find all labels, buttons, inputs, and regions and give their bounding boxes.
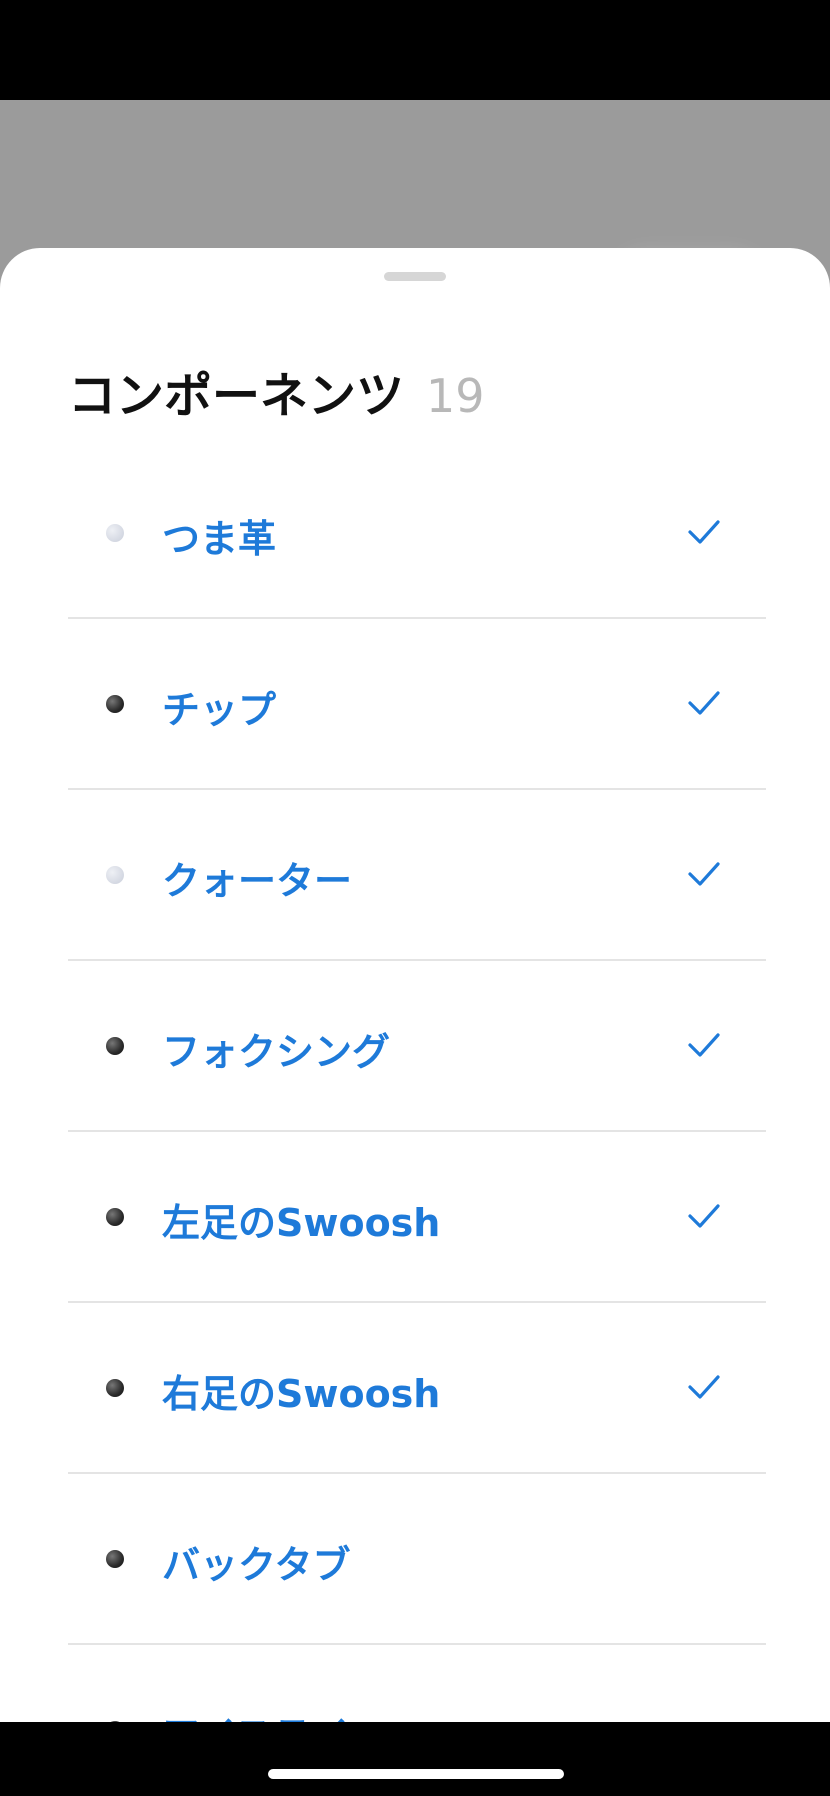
- component-label: バックタブ: [162, 1543, 351, 1587]
- status-bar: [0, 0, 830, 100]
- home-indicator[interactable]: [268, 1769, 564, 1779]
- component-label: つま革: [162, 517, 277, 561]
- list-item[interactable]: 右足のSwoosh: [68, 1303, 766, 1474]
- checkmark-icon: [688, 1375, 720, 1399]
- sheet-header: コンポーネンツ 19: [68, 356, 485, 426]
- component-label: クォーター: [162, 859, 353, 903]
- sheet-title: コンポーネンツ: [68, 368, 405, 424]
- checkmark-icon: [688, 691, 720, 715]
- component-label: チップ: [162, 688, 277, 732]
- list-item[interactable]: バックタブ: [68, 1474, 766, 1645]
- list-item[interactable]: アイステイ: [68, 1645, 766, 1722]
- component-label: 右足のSwoosh: [162, 1372, 441, 1416]
- color-dot-icon: [106, 524, 124, 542]
- components-sheet: コンポーネンツ 19 つま革チップクォーターフォクシング左足のSwoosh 右足の…: [0, 248, 830, 1722]
- color-dot-icon: [106, 1208, 124, 1226]
- color-dot-icon: [106, 695, 124, 713]
- color-dot-icon: [106, 1379, 124, 1397]
- list-item[interactable]: つま革: [68, 448, 766, 619]
- checkmark-icon: [688, 1033, 720, 1057]
- home-area: [0, 1722, 830, 1796]
- list-item[interactable]: クォーター: [68, 790, 766, 961]
- list-item[interactable]: 左足のSwoosh: [68, 1132, 766, 1303]
- grabber-handle[interactable]: [384, 272, 446, 281]
- component-label: フォクシング: [162, 1030, 391, 1074]
- component-label: アイステイ: [162, 1705, 349, 1722]
- component-list: つま革チップクォーターフォクシング左足のSwoosh 右足のSwoosh バックタブ…: [68, 448, 766, 1722]
- checkmark-icon: [688, 862, 720, 886]
- component-label: 左足のSwoosh: [162, 1201, 441, 1245]
- color-dot-icon: [106, 1550, 124, 1568]
- list-item[interactable]: チップ: [68, 619, 766, 790]
- color-dot-icon: [106, 866, 124, 884]
- checkmark-icon: [688, 520, 720, 544]
- checkmark-icon: [688, 1204, 720, 1228]
- list-item[interactable]: フォクシング: [68, 961, 766, 1132]
- component-count: 19: [426, 369, 485, 423]
- color-dot-icon: [106, 1037, 124, 1055]
